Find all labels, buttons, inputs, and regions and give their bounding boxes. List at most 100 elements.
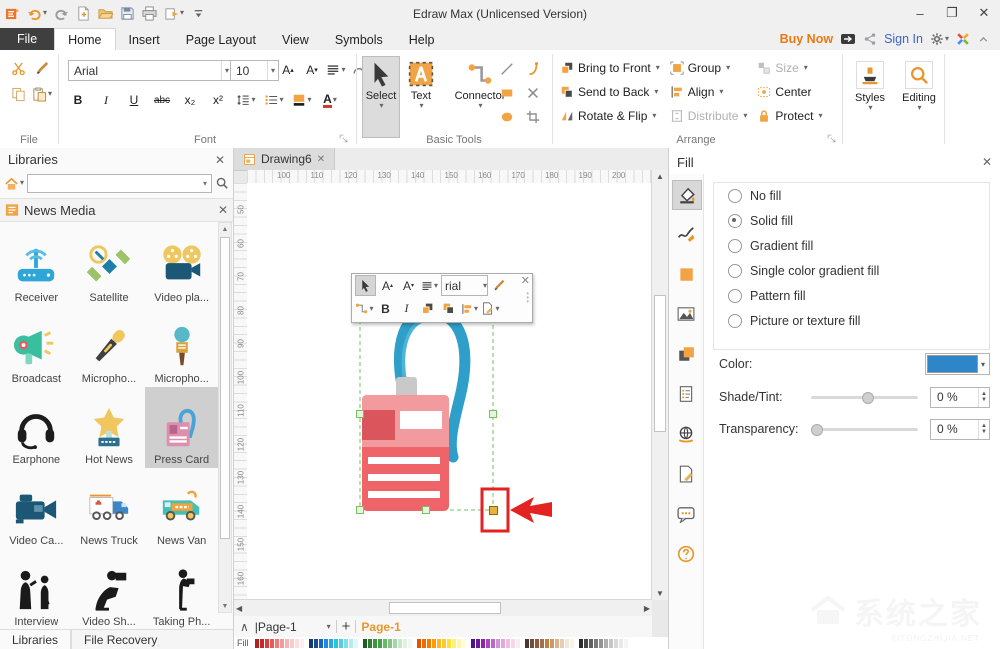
color-swatch[interactable] <box>427 638 431 648</box>
color-swatch[interactable] <box>354 638 358 648</box>
mini-increase-font-button[interactable]: A ▴ <box>378 276 397 295</box>
customize-button[interactable] <box>188 2 209 24</box>
redo-button[interactable] <box>51 2 72 24</box>
radio-icon[interactable] <box>728 238 742 253</box>
scroll-up-icon[interactable]: ▲ <box>219 223 231 235</box>
library-item-hot-news[interactable]: Hot News <box>73 387 146 468</box>
library-item-earphone[interactable]: Earphone <box>0 387 73 468</box>
color-swatch[interactable] <box>570 638 574 648</box>
buy-now-link[interactable]: Buy Now <box>780 32 833 46</box>
color-swatch[interactable] <box>619 638 623 648</box>
color-swatch[interactable] <box>265 638 269 648</box>
color-swatch[interactable] <box>437 638 441 648</box>
color-swatch[interactable] <box>422 638 426 648</box>
print-button[interactable] <box>139 2 160 24</box>
color-swatch[interactable] <box>560 638 564 648</box>
tab-file[interactable]: File <box>0 28 55 50</box>
drawing-page[interactable]: A ▴ A ▾ ▾ rial ▾ ▾ B I ▾ ▾ ✕ • • • <box>247 183 652 600</box>
note-panel-button[interactable] <box>672 380 700 408</box>
color-swatch[interactable] <box>378 638 382 648</box>
collapse-ribbon-icon[interactable] <box>977 33 990 46</box>
color-swatch[interactable] <box>368 638 372 648</box>
picture-panel-button[interactable] <box>672 300 700 328</box>
color-swatch[interactable] <box>432 638 436 648</box>
active-page-tab[interactable]: Page-1 <box>361 620 400 634</box>
close-button[interactable]: ✕ <box>968 0 1000 26</box>
color-swatch[interactable] <box>447 638 451 648</box>
document-tab-close-icon[interactable]: ✕ <box>317 154 325 165</box>
color-swatch[interactable] <box>471 638 475 648</box>
color-swatch[interactable] <box>579 638 583 648</box>
color-swatch[interactable] <box>614 638 618 648</box>
mini-format-painter-button[interactable] <box>490 276 509 295</box>
radio-icon[interactable] <box>728 188 742 203</box>
color-swatch[interactable] <box>599 638 603 648</box>
paste-button[interactable]: ▾ <box>32 84 52 104</box>
mini-font-combo[interactable]: rial ▾ <box>441 275 488 296</box>
mini-italic-button[interactable]: I <box>397 299 416 318</box>
color-swatch[interactable] <box>457 638 461 648</box>
libraries-bottom-tab[interactable]: Libraries <box>0 630 72 649</box>
radio-icon[interactable] <box>728 288 742 303</box>
comment-panel-button[interactable] <box>672 500 700 528</box>
color-swatch[interactable] <box>339 638 343 648</box>
color-swatch[interactable] <box>300 638 304 648</box>
ellipse-tool-button[interactable] <box>497 107 517 127</box>
open-folder-button[interactable] <box>95 2 116 24</box>
shade-slider[interactable] <box>811 391 918 404</box>
color-swatch[interactable] <box>452 638 456 648</box>
tab-view[interactable]: View <box>269 28 322 50</box>
file-recovery-tab[interactable]: File Recovery <box>71 630 169 649</box>
color-swatch[interactable] <box>295 638 299 648</box>
erase-tool-button[interactable] <box>523 83 543 103</box>
library-item-video-shooting[interactable]: Video Sh... <box>73 549 146 630</box>
export-button[interactable]: ▾ <box>161 2 187 24</box>
color-swatch[interactable] <box>555 638 559 648</box>
color-swatch[interactable] <box>565 638 569 648</box>
rect-tool-button[interactable] <box>497 83 517 103</box>
italic-button[interactable]: I <box>96 90 116 110</box>
library-search-input[interactable]: ▾ <box>27 173 212 193</box>
color-swatch[interactable] <box>388 638 392 648</box>
library-item-news-truck[interactable]: News Truck <box>73 468 146 549</box>
bold-button[interactable]: B <box>68 90 88 110</box>
color-swatch[interactable] <box>584 638 588 648</box>
line-tool-button[interactable] <box>497 59 517 79</box>
editing-button[interactable]: Editing ▾ <box>896 56 942 138</box>
color-swatch[interactable] <box>604 638 608 648</box>
increase-font-button[interactable]: A ▴ <box>278 60 298 80</box>
color-swatch[interactable] <box>530 638 534 648</box>
color-swatch[interactable] <box>496 638 500 648</box>
fill-option-pattern-fill[interactable]: Pattern fill <box>714 283 989 308</box>
mini-decrease-font-button[interactable]: A ▾ <box>399 276 418 295</box>
color-swatch[interactable] <box>270 638 274 648</box>
color-swatch[interactable] <box>609 638 613 648</box>
color-swatch[interactable] <box>373 638 377 648</box>
bullets-button[interactable]: ▾ <box>264 90 284 110</box>
color-swatch[interactable] <box>314 638 318 648</box>
scroll-down-icon[interactable]: ▼ <box>219 600 231 612</box>
color-swatch[interactable] <box>486 638 490 648</box>
fontcolor-button[interactable]: A ▾ <box>320 90 340 110</box>
line-spacing-button[interactable]: ▾ <box>236 90 256 110</box>
mini-toolbar-close-icon[interactable]: ✕ <box>521 274 530 287</box>
fill-option-solid-fill[interactable]: Solid fill <box>714 208 989 233</box>
mini-distribute-button[interactable]: ▾ <box>460 299 479 318</box>
color-swatch[interactable] <box>535 638 539 648</box>
library-item-video-camera[interactable]: Video Ca... <box>0 468 73 549</box>
color-swatch[interactable] <box>334 638 338 648</box>
library-item-microphone1[interactable]: Micropho... <box>73 306 146 387</box>
page-list-label[interactable]: |Page-1 <box>255 620 297 634</box>
color-swatch[interactable] <box>511 638 515 648</box>
send-to-back-button[interactable]: Send to Back ▾ <box>560 80 660 104</box>
arrange-dialog-launcher[interactable] <box>826 133 838 145</box>
color-swatch[interactable] <box>403 638 407 648</box>
text-tool-button[interactable]: Text ▾ <box>402 56 440 138</box>
transparency-spinner[interactable]: 0 % ▲ ▼ <box>930 418 990 440</box>
color-swatch[interactable] <box>280 638 284 648</box>
scroll-down-icon[interactable]: ▼ <box>652 589 668 598</box>
color-swatch[interactable] <box>393 638 397 648</box>
copy-button[interactable] <box>8 84 28 104</box>
color-swatch[interactable] <box>383 638 387 648</box>
fill-option-picture-or-texture-fill[interactable]: Picture or texture fill <box>714 308 989 333</box>
